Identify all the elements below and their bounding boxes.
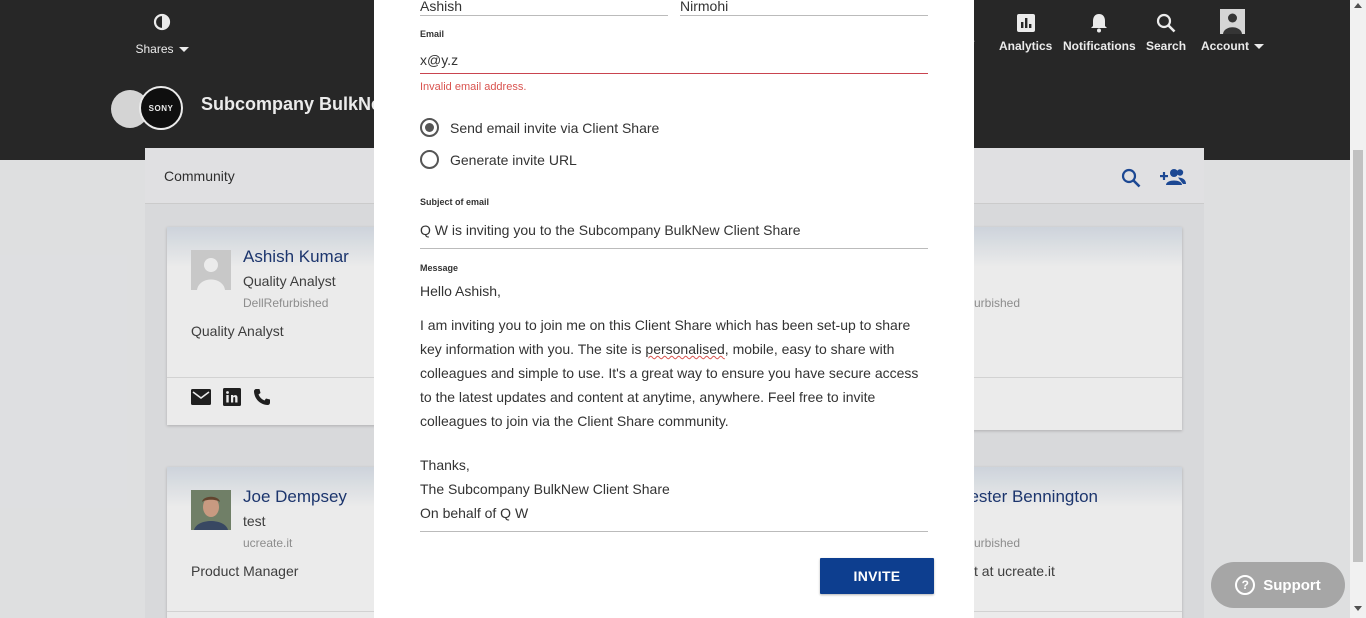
question-icon: ? [1235,575,1256,595]
scrollbar-thumb[interactable] [1353,150,1363,562]
scroll-up-arrow-icon[interactable] [1354,3,1362,8]
message-share-name: The Subcompany BulkNew Client Share [420,481,670,497]
radio-button-selected[interactable] [420,118,439,137]
invite-member-modal: Ashish Nirmohi Email Invalid email addre… [374,0,974,618]
page-scrollbar[interactable] [1350,0,1366,618]
radio-generate-invite-url[interactable]: Generate invite URL [420,150,577,169]
scroll-down-arrow-icon[interactable] [1354,606,1362,611]
support-label: Support [1263,576,1321,594]
last-name-field[interactable]: Nirmohi [680,0,928,16]
subject-field[interactable] [420,212,928,249]
support-button[interactable]: ? Support [1211,562,1345,608]
radio-send-email-invite[interactable]: Send email invite via Client Share [420,118,659,137]
message-label: Message [420,263,459,273]
name-fields: Ashish Nirmohi [420,0,928,16]
message-greeting: Hello Ashish, [420,283,501,299]
radio-label: Generate invite URL [450,151,577,168]
message-textarea[interactable]: Hello Ashish, I am inviting you to join … [420,279,928,532]
email-error-message: Invalid email address. [420,81,527,93]
email-field[interactable] [420,46,928,74]
radio-label: Send email invite via Client Share [450,119,660,136]
message-body: I am inviting you to join me on this Cli… [420,317,919,429]
message-sender: On behalf of Q W [420,505,529,521]
subject-label: Subject of email [420,197,490,207]
misspelled-word: personalised [645,341,725,357]
message-thanks: Thanks, [420,457,470,473]
first-name-field[interactable]: Ashish [420,0,668,16]
radio-button[interactable] [420,150,439,169]
email-label: Email [420,29,445,39]
invite-button[interactable]: INVITE [820,558,934,594]
